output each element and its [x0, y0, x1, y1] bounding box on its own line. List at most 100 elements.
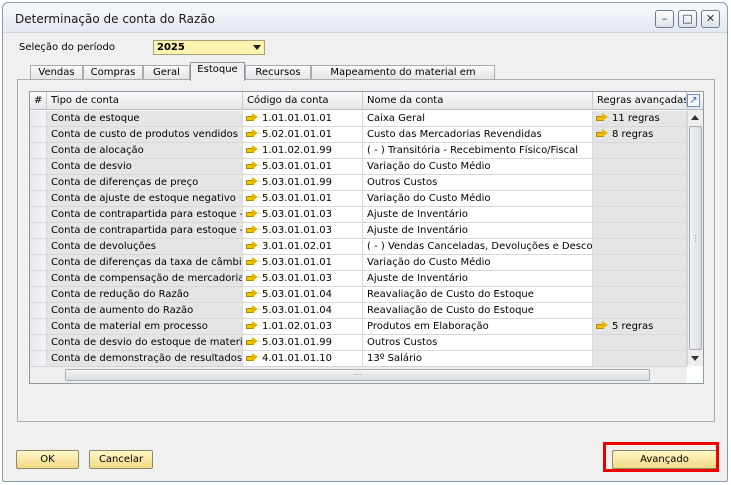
link-arrow-icon[interactable]	[246, 241, 258, 250]
link-arrow-icon[interactable]	[246, 161, 258, 170]
horizontal-scrollbar[interactable]: ⋯	[30, 366, 687, 383]
cell-regras-avancadas[interactable]: 11 regras	[593, 111, 687, 127]
link-arrow-icon[interactable]	[246, 193, 258, 202]
row-selector[interactable]	[30, 351, 47, 367]
cell-regras-avancadas[interactable]: 5 regras	[593, 319, 687, 335]
link-arrow-icon[interactable]	[246, 145, 258, 154]
table-row[interactable]: Conta de custo de produtos vendidos 5.02.…	[30, 127, 687, 143]
table-row[interactable]: Conta de demonstração de resultados da c…	[30, 351, 687, 367]
row-selector[interactable]	[30, 271, 47, 287]
vertical-scroll-thumb[interactable]: ⋮	[689, 126, 702, 350]
cell-codigo-conta[interactable]: 5.03.01.01.03	[243, 223, 363, 239]
link-arrow-icon[interactable]	[246, 321, 258, 330]
codigo-text: 5.03.01.01.01	[262, 193, 332, 204]
table-row[interactable]: Conta de redução do Razão 5.03.01.01.04 Re…	[30, 287, 687, 303]
header-regras-avancadas[interactable]: Regras avançadas	[593, 92, 687, 110]
scroll-down-icon[interactable]	[691, 356, 699, 361]
link-arrow-icon[interactable]	[246, 353, 258, 362]
link-arrow-icon[interactable]	[246, 225, 258, 234]
table-row[interactable]: Conta de devoluções 3.01.01.02.01 ( - ) Ve…	[30, 239, 687, 255]
link-arrow-icon[interactable]	[246, 209, 258, 218]
cell-codigo-conta[interactable]: 5.03.01.01.01	[243, 191, 363, 207]
tab-compras[interactable]: Compras	[83, 65, 143, 80]
header-tipo-conta[interactable]: Tipo de conta	[47, 92, 243, 110]
cell-codigo-conta[interactable]: 5.03.01.01.03	[243, 271, 363, 287]
codigo-text: 5.03.01.01.01	[262, 161, 332, 172]
cell-codigo-conta[interactable]: 5.03.01.01.99	[243, 175, 363, 191]
link-arrow-icon[interactable]	[596, 113, 608, 122]
table-row[interactable]: Conta de diferenças de preço 5.03.01.01.9…	[30, 175, 687, 191]
cell-codigo-conta[interactable]: 5.03.01.01.04	[243, 303, 363, 319]
tab-recursos[interactable]: Recursos	[245, 65, 311, 80]
table-row[interactable]: Conta de alocação 1.01.02.01.99 ( - ) Tran…	[30, 143, 687, 159]
cell-codigo-conta[interactable]: 5.03.01.01.03	[243, 207, 363, 223]
row-selector[interactable]	[30, 303, 47, 319]
close-icon[interactable]: ✕	[701, 10, 720, 28]
row-selector[interactable]	[30, 111, 47, 127]
header-codigo-conta[interactable]: Código da conta	[243, 92, 363, 110]
row-selector[interactable]	[30, 255, 47, 271]
table-row[interactable]: Conta de ajuste de estoque negativo 5.03.…	[30, 191, 687, 207]
row-selector[interactable]	[30, 239, 47, 255]
chevron-down-icon[interactable]	[253, 45, 261, 50]
row-selector[interactable]	[30, 319, 47, 335]
maximize-icon[interactable]: □	[678, 10, 697, 28]
table-row[interactable]: Conta de contrapartida para estoque - Co…	[30, 207, 687, 223]
cell-codigo-conta[interactable]: 5.03.01.01.01	[243, 255, 363, 271]
cell-codigo-conta[interactable]: 1.01.02.01.99	[243, 143, 363, 159]
link-arrow-icon[interactable]	[246, 177, 258, 186]
link-arrow-icon[interactable]	[246, 305, 258, 314]
link-arrow-icon[interactable]	[246, 273, 258, 282]
cell-codigo-conta[interactable]: 5.03.01.01.04	[243, 287, 363, 303]
table-row[interactable]: Conta de estoque 1.01.01.01.01 Caixa Geral…	[30, 111, 687, 127]
cell-codigo-conta[interactable]: 5.03.01.01.99	[243, 335, 363, 351]
cell-codigo-conta[interactable]: 5.02.01.01.01	[243, 127, 363, 143]
link-arrow-icon[interactable]	[246, 257, 258, 266]
link-arrow-icon[interactable]	[246, 129, 258, 138]
table-row[interactable]: Conta de desvio 5.03.01.01.01 Variação do …	[30, 159, 687, 175]
cell-codigo-conta[interactable]: 5.03.01.01.01	[243, 159, 363, 175]
link-arrow-icon[interactable]	[246, 337, 258, 346]
cell-codigo-conta[interactable]: 3.01.01.02.01	[243, 239, 363, 255]
tab-geral[interactable]: Geral	[143, 65, 190, 80]
cell-regras-avancadas	[593, 191, 687, 207]
row-selector[interactable]	[30, 191, 47, 207]
vertical-scrollbar[interactable]: ⋮	[687, 110, 703, 366]
table-row[interactable]: Conta de diferenças da taxa de câmbio 5.0…	[30, 255, 687, 271]
tab-mapeamento[interactable]: Mapeamento do material em processo	[311, 65, 495, 91]
row-selector[interactable]	[30, 287, 47, 303]
table-row[interactable]: Conta de material em processo 1.01.02.01.…	[30, 319, 687, 335]
row-selector[interactable]	[30, 159, 47, 175]
table-row[interactable]: Conta de desvio do estoque de material e…	[30, 335, 687, 351]
row-selector[interactable]	[30, 223, 47, 239]
period-select[interactable]: 2025	[153, 40, 265, 55]
horizontal-scroll-thumb[interactable]: ⋯	[65, 369, 650, 381]
header-nome-conta[interactable]: Nome da conta	[363, 92, 593, 110]
row-selector[interactable]	[30, 175, 47, 191]
cancel-button[interactable]: Cancelar	[89, 450, 153, 469]
advanced-button[interactable]: Avançado	[612, 450, 717, 469]
link-arrow-icon[interactable]	[596, 321, 608, 330]
table-row[interactable]: Conta de contrapartida para estoque - Co…	[30, 223, 687, 239]
row-selector[interactable]	[30, 143, 47, 159]
cell-regras-avancadas[interactable]: 8 regras	[593, 127, 687, 143]
link-arrow-icon[interactable]	[596, 129, 608, 138]
cell-codigo-conta[interactable]: 1.01.01.01.01	[243, 111, 363, 127]
tab-estoque[interactable]: Estoque	[190, 62, 245, 81]
tab-vendas[interactable]: Vendas	[30, 65, 83, 80]
link-arrow-icon[interactable]	[246, 289, 258, 298]
row-selector[interactable]	[30, 207, 47, 223]
row-selector[interactable]	[30, 127, 47, 143]
minimize-icon[interactable]: –	[655, 10, 674, 28]
ok-button[interactable]: OK	[16, 450, 79, 469]
expand-grid-icon[interactable]: ↗	[687, 94, 700, 107]
link-arrow-icon[interactable]	[246, 113, 258, 122]
row-selector[interactable]	[30, 335, 47, 351]
table-row[interactable]: Conta de compensação de mercadoria 5.03.0…	[30, 271, 687, 287]
scroll-up-icon[interactable]	[691, 115, 699, 120]
cell-nome-conta: Variação do Custo Médio	[363, 159, 593, 175]
cell-codigo-conta[interactable]: 4.01.01.01.10	[243, 351, 363, 367]
header-row-number[interactable]: #	[30, 92, 47, 110]
cell-codigo-conta[interactable]: 1.01.02.01.03	[243, 319, 363, 335]
table-row[interactable]: Conta de aumento do Razão 5.03.01.01.04 Re…	[30, 303, 687, 319]
